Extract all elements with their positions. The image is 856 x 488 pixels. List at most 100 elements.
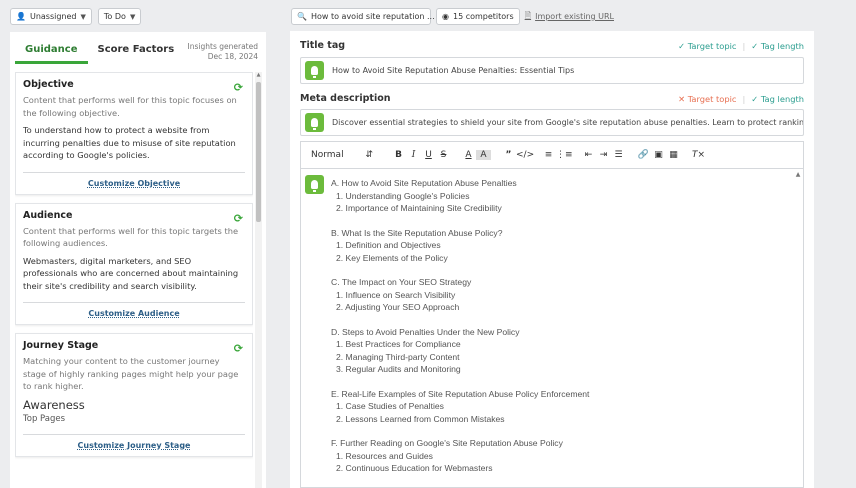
outline-heading: E. Real-Life Examples of Site Reputation… bbox=[331, 388, 590, 399]
outline-item: 1. Best Practices for Compliance bbox=[336, 339, 461, 349]
ordered-list-icon[interactable]: ≡ bbox=[541, 150, 556, 160]
lightbulb-icon[interactable] bbox=[305, 113, 324, 132]
card-intro: Content that performs well for this topi… bbox=[23, 225, 239, 249]
card-intro: Matching your content to the customer jo… bbox=[23, 356, 239, 391]
separator: | bbox=[742, 41, 746, 51]
outline-item: 1. Understanding Google's Policies bbox=[336, 190, 470, 201]
assignee-dropdown[interactable]: 👤 Unassigned ▼ bbox=[10, 8, 92, 25]
link-icon[interactable]: 🔗 bbox=[636, 150, 651, 160]
insights-date: Insights generated Dec 18, 2024 bbox=[188, 42, 258, 62]
target-icon: ◉ bbox=[442, 12, 449, 21]
indent-icon[interactable]: ⇥ bbox=[596, 150, 611, 160]
topic-search-button[interactable]: 🔍 How to avoid site reputation ... bbox=[291, 8, 435, 25]
insights-date-value: Dec 18, 2024 bbox=[207, 52, 258, 61]
lightbulb-icon[interactable] bbox=[305, 61, 324, 80]
outline-section: A. How to Avoid Site Reputation Abuse Pe… bbox=[331, 177, 589, 215]
tab-score-factors[interactable]: Score Factors bbox=[88, 42, 185, 64]
card-title: Objective bbox=[23, 79, 74, 90]
outline-section: F. Further Reading on Google's Site Repu… bbox=[331, 437, 589, 475]
separator: | bbox=[742, 94, 746, 104]
video-icon[interactable]: ▦ bbox=[666, 150, 681, 160]
chevron-down-icon: ▼ bbox=[129, 12, 136, 21]
outline-item: 2. Managing Third-party Content bbox=[336, 351, 460, 362]
lightbulb-icon[interactable] bbox=[305, 175, 324, 194]
outline-heading: F. Further Reading on Google's Site Repu… bbox=[331, 438, 563, 448]
customize-objective-link[interactable]: Customize Objective bbox=[88, 179, 180, 188]
insights-label: Insights generated bbox=[187, 42, 258, 51]
status-label: To Do bbox=[103, 12, 126, 21]
meta-checks: ✕ Target topic | ✓ Tag length bbox=[678, 94, 804, 104]
topic-search-label: How to avoid site reputation ... bbox=[310, 12, 435, 21]
outdent-icon[interactable]: ⇤ bbox=[581, 150, 596, 160]
title-tag-field[interactable]: How to Avoid Site Reputation Abuse Penal… bbox=[300, 57, 804, 84]
title-tag-value: How to Avoid Site Reputation Abuse Penal… bbox=[332, 66, 575, 75]
meta-check-topic: ✕ Target topic bbox=[678, 94, 737, 104]
bullet-list-icon[interactable]: ⋮≡ bbox=[556, 150, 573, 160]
scroll-up-icon[interactable]: ▲ bbox=[793, 171, 803, 178]
editor-toolbar: Normal ⇵ B I U S A A ” </> ≡ ⋮≡ ⇤ ⇥ ☰ 🔗 … bbox=[300, 141, 804, 169]
chevron-down-icon: ▼ bbox=[80, 12, 86, 21]
italic-icon[interactable]: I bbox=[406, 150, 421, 160]
status-dropdown[interactable]: To Do ▼ bbox=[97, 8, 142, 25]
objective-card: Objective ⟳ Content that performs well f… bbox=[15, 72, 253, 195]
title-check-length: ✓ Tag length bbox=[751, 41, 804, 51]
import-url-link[interactable]: 🗎 Import existing URL bbox=[525, 10, 614, 24]
outline-item: 2. Continuous Education for Webmasters bbox=[336, 463, 493, 473]
outline-section: D. Steps to Avoid Penalties Under the Ne… bbox=[331, 326, 589, 376]
topbar-right: 🔍 How to avoid site reputation ... ◉ 15 … bbox=[291, 8, 614, 25]
outline-section: E. Real-Life Examples of Site Reputation… bbox=[331, 388, 589, 426]
outline-item: 1. Case Studies of Penalties bbox=[336, 401, 444, 411]
image-icon[interactable]: ▣ bbox=[651, 150, 666, 160]
refresh-icon[interactable]: ⟳ bbox=[234, 342, 243, 355]
card-body: To understand how to protect a website f… bbox=[23, 125, 236, 160]
journey-stage-value: Awareness bbox=[23, 397, 85, 412]
customize-journey-link[interactable]: Customize Journey Stage bbox=[78, 441, 191, 450]
outline-item: 1. Influence on Search Visibility bbox=[336, 289, 456, 300]
content-editor[interactable]: A. How to Avoid Site Reputation Abuse Pe… bbox=[300, 169, 804, 488]
outline-item: 2. Importance of Maintaining Site Credib… bbox=[336, 203, 502, 213]
strikethrough-icon[interactable]: S bbox=[436, 150, 451, 160]
heading-select-value: Normal bbox=[311, 150, 344, 160]
scroll-up-icon[interactable]: ▲ bbox=[255, 72, 262, 78]
editor-scrollbar[interactable]: ▲ bbox=[793, 169, 803, 488]
outline-item: 3. Regular Audits and Monitoring bbox=[336, 364, 461, 374]
updown-icon: ⇵ bbox=[365, 150, 373, 160]
tab-guidance[interactable]: Guidance bbox=[15, 42, 88, 64]
refresh-icon[interactable]: ⟳ bbox=[234, 81, 243, 94]
title-check-topic: ✓ Target topic bbox=[678, 41, 737, 51]
blockquote-icon[interactable]: ” bbox=[501, 150, 516, 160]
journey-card: Journey Stage ⟳ Matching your content to… bbox=[15, 333, 253, 457]
meta-description-value: Discover essential strategies to shield … bbox=[332, 118, 804, 127]
code-icon[interactable]: </> bbox=[516, 150, 534, 160]
outline-item: 2. Key Elements of the Policy bbox=[336, 252, 448, 263]
search-icon: 🔍 bbox=[297, 12, 307, 21]
competitors-button[interactable]: ◉ 15 competitors bbox=[436, 8, 520, 25]
underline-icon[interactable]: U bbox=[421, 150, 436, 160]
outline-section: B. What Is the Site Reputation Abuse Pol… bbox=[331, 227, 589, 265]
editor-panel: Title tag ✓ Target topic | ✓ Tag length … bbox=[290, 31, 814, 488]
title-tag-label: Title tag bbox=[300, 40, 346, 51]
content-outline[interactable]: A. How to Avoid Site Reputation Abuse Pe… bbox=[331, 177, 589, 487]
competitors-label: 15 competitors bbox=[452, 12, 514, 21]
scrollbar[interactable]: ▲ bbox=[255, 72, 262, 488]
document-icon: 🗎 bbox=[524, 10, 532, 20]
font-color-icon[interactable]: A bbox=[461, 150, 476, 160]
outline-item: 1. Resources and Guides bbox=[336, 450, 433, 461]
customize-audience-link[interactable]: Customize Audience bbox=[88, 309, 179, 318]
assignee-label: Unassigned bbox=[29, 12, 77, 21]
highlight-icon[interactable]: A bbox=[476, 150, 491, 160]
panel-tabs: Guidance Score Factors bbox=[15, 42, 184, 64]
meta-description-label: Meta description bbox=[300, 93, 391, 104]
scrollbar-thumb[interactable] bbox=[256, 82, 261, 222]
heading-select[interactable]: Normal ⇵ bbox=[311, 150, 381, 160]
clear-format-icon[interactable]: T× bbox=[691, 150, 706, 160]
guidance-cards: Objective ⟳ Content that performs well f… bbox=[15, 72, 253, 488]
meta-description-field[interactable]: Discover essential strategies to shield … bbox=[300, 109, 804, 136]
align-icon[interactable]: ☰ bbox=[611, 150, 626, 160]
refresh-icon[interactable]: ⟳ bbox=[234, 212, 243, 225]
card-title: Audience bbox=[23, 209, 73, 221]
outline-heading: D. Steps to Avoid Penalties Under the Ne… bbox=[331, 326, 520, 337]
bold-icon[interactable]: B bbox=[391, 150, 406, 160]
audience-card: Audience ⟳ Content that performs well fo… bbox=[15, 202, 253, 325]
meta-check-length: ✓ Tag length bbox=[751, 94, 804, 104]
